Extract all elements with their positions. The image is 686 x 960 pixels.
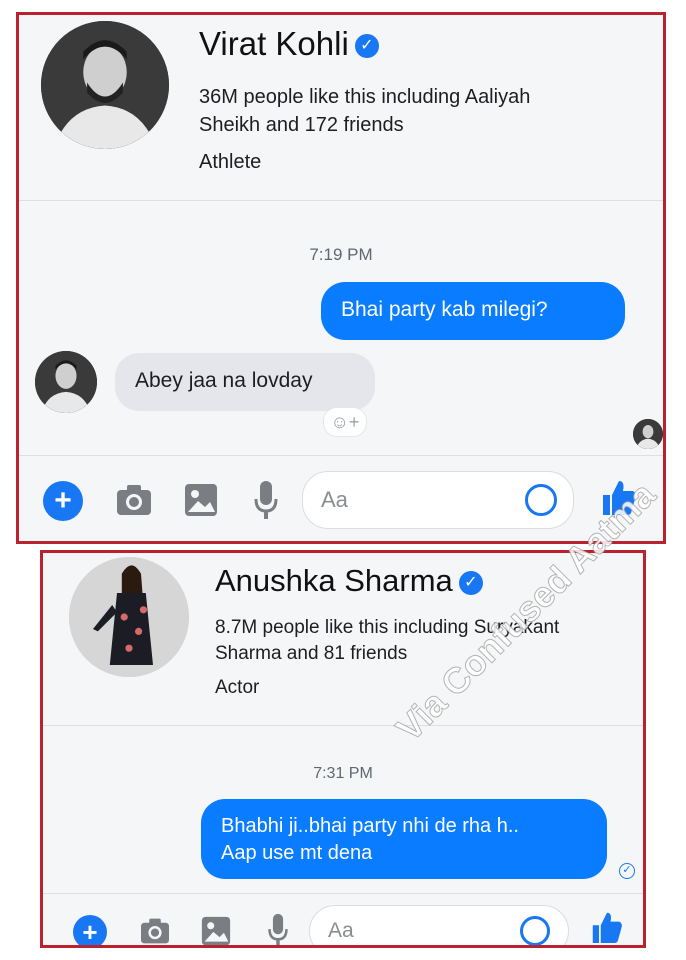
add-reaction-icon[interactable]: ☺+ — [323, 407, 367, 437]
contact-name-text: Virat Kohli — [199, 25, 349, 62]
person-photo-icon — [69, 557, 189, 677]
message-timestamp: 7:19 PM — [309, 245, 373, 264]
page-category: Actor — [215, 677, 260, 698]
profile-avatar[interactable] — [69, 557, 189, 677]
message-input[interactable]: Aa — [302, 471, 574, 529]
gallery-icon[interactable] — [184, 483, 218, 517]
like-icon[interactable] — [591, 909, 623, 945]
contact-name-text: Anushka Sharma — [215, 563, 453, 598]
outgoing-message-line-1: Bhabhi ji..bhai party nhi de rha h.. — [221, 815, 519, 837]
add-button[interactable]: + — [73, 915, 107, 945]
person-photo-icon — [41, 21, 169, 149]
composer-divider — [19, 455, 663, 456]
message-input[interactable]: Aa — [309, 905, 569, 945]
chat-panel-virat: Virat Kohli ✓ 36M people like this includ… — [16, 12, 666, 544]
add-button[interactable]: + — [43, 481, 83, 521]
verified-badge-icon: ✓ — [354, 34, 379, 59]
composer-divider — [43, 893, 643, 894]
outgoing-message[interactable]: Bhabhi ji..bhai party nhi de rha h.. Aap… — [201, 799, 607, 879]
gallery-icon[interactable] — [201, 916, 231, 946]
emoji-icon[interactable] — [525, 484, 557, 516]
contact-name: Anushka Sharma ✓ — [215, 563, 483, 599]
read-receipt-avatar — [633, 419, 663, 449]
input-placeholder: Aa — [328, 919, 354, 942]
person-photo-icon — [633, 419, 663, 449]
sender-avatar[interactable] — [35, 351, 97, 413]
likes-line-2: Sheikh and 172 friends — [199, 114, 404, 136]
verified-badge-icon: ✓ — [458, 570, 483, 595]
outgoing-message[interactable]: Bhai party kab milegi? — [321, 282, 625, 340]
message-timestamp: 7:31 PM — [313, 765, 373, 782]
microphone-icon[interactable] — [267, 913, 289, 947]
input-placeholder: Aa — [321, 487, 348, 512]
incoming-message[interactable]: Abey jaa na lovday — [115, 353, 375, 411]
header-divider — [43, 725, 643, 726]
contact-name: Virat Kohli ✓ — [199, 25, 379, 63]
camera-icon[interactable] — [115, 483, 153, 517]
header-divider — [19, 200, 663, 201]
likes-line-1: 36M people like this including Aaliyah — [199, 86, 531, 108]
outgoing-message-line-2: Aap use mt dena — [221, 842, 373, 864]
camera-icon[interactable] — [139, 917, 171, 945]
page-category: Athlete — [199, 151, 262, 173]
delivered-check-icon: ✓ — [619, 863, 635, 879]
microphone-icon[interactable] — [253, 480, 279, 520]
likes-info: 36M people like this including Aaliyah S… — [199, 83, 530, 139]
profile-avatar[interactable] — [41, 21, 169, 149]
person-photo-icon — [35, 351, 97, 413]
emoji-icon[interactable] — [520, 916, 550, 945]
